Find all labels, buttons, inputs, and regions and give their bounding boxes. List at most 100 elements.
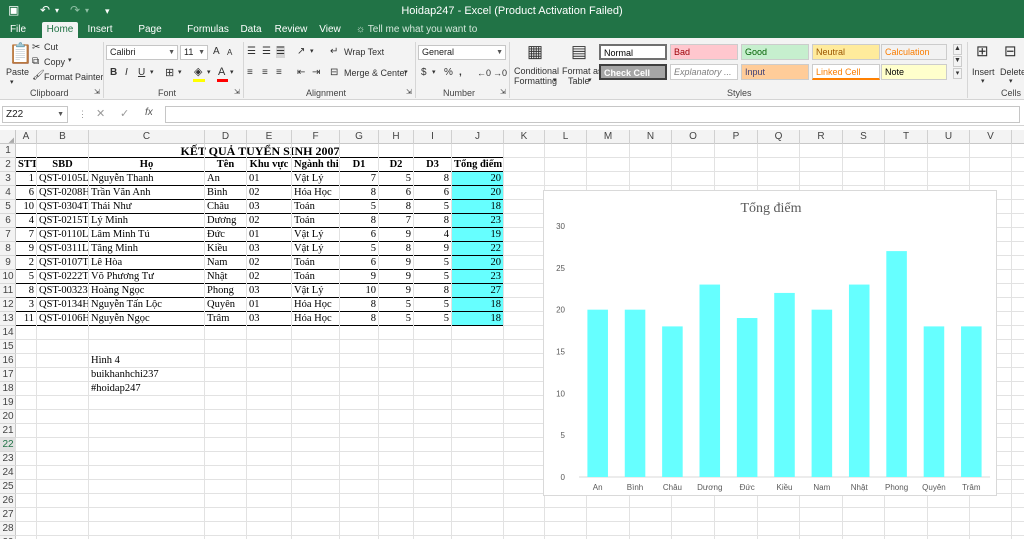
column-header[interactable]: A (16, 130, 37, 144)
cell-tong-diem[interactable]: 23 (452, 214, 504, 228)
cell-nganh-thi[interactable]: Vật Lý (292, 242, 340, 256)
row-header[interactable]: 22 (0, 438, 16, 452)
cell-stt[interactable]: 5 (16, 270, 37, 284)
percent-style-icon[interactable]: % (444, 67, 453, 79)
paste-button[interactable]: Paste (6, 67, 29, 77)
cell-style-normal[interactable]: Normal (599, 44, 667, 60)
bar-10[interactable] (961, 326, 982, 477)
bold-icon[interactable]: B (110, 67, 117, 79)
cancel-icon[interactable]: ✕ (96, 107, 105, 120)
cell-tong-diem[interactable]: 22 (452, 242, 504, 256)
chart-tong-diem[interactable]: Tổng điểm 0 5 10 15 20 25 30 An Bình Châu Dương Đức K… (543, 190, 997, 496)
cell-d3[interactable]: 5 (414, 200, 452, 214)
column-header[interactable]: I (414, 130, 452, 144)
column-header[interactable]: G (340, 130, 379, 144)
column-header[interactable]: U (928, 130, 970, 144)
row-header[interactable]: 21 (0, 424, 16, 438)
increase-decimal-icon[interactable]: ←0 (477, 67, 491, 79)
gallery-down-icon[interactable]: ▼ (953, 56, 962, 67)
column-header[interactable]: M (587, 130, 630, 144)
font-size-dropdown[interactable]: 11 ▼ (180, 45, 208, 60)
alignment-launcher-icon[interactable]: ⇲ (406, 88, 412, 96)
row-header[interactable]: 8 (0, 242, 16, 256)
cell-ten[interactable]: Nam (205, 256, 247, 270)
cell-nganh-thi[interactable]: Vật Lý (292, 228, 340, 242)
column-header[interactable]: E (247, 130, 292, 144)
cell-khu-vuc[interactable]: 02 (247, 186, 292, 200)
conditional-formatting-label-2[interactable]: Formatting (514, 76, 557, 86)
row-header[interactable]: 3 (0, 172, 16, 186)
cell-nganh-thi[interactable]: Hóa Học (292, 312, 340, 326)
row-header[interactable]: 10 (0, 270, 16, 284)
cell-tong-diem[interactable]: 27 (452, 284, 504, 298)
conditional-formatting-icon[interactable]: ▦ (527, 43, 543, 60)
row-header[interactable]: 19 (0, 396, 16, 410)
row-header[interactable]: 23 (0, 452, 16, 466)
cell-style-bad[interactable]: Bad (670, 44, 738, 60)
cell-sbd[interactable]: QST-0215T (37, 214, 89, 228)
cell-sbd[interactable]: QST-00323L (37, 284, 89, 298)
cell-sbd[interactable]: QST-0222T (37, 270, 89, 284)
cell-nganh-thi[interactable]: Hóa Học (292, 298, 340, 312)
cell-ho[interactable]: Hoàng Ngọc (89, 284, 205, 298)
cell-d3[interactable]: 9 (414, 242, 452, 256)
cell-khu-vuc[interactable]: 03 (247, 242, 292, 256)
cell-d3[interactable]: 6 (414, 186, 452, 200)
cell-khu-vuc[interactable]: 02 (247, 256, 292, 270)
column-header[interactable]: P (715, 130, 758, 144)
cell-d3[interactable]: 8 (414, 172, 452, 186)
format-table-dropdown-icon[interactable]: ▾ (588, 76, 592, 84)
column-header[interactable]: N (630, 130, 672, 144)
row-header[interactable]: 12 (0, 298, 16, 312)
comma-style-icon[interactable]: , (459, 67, 462, 79)
cell-khu-vuc[interactable]: 03 (247, 200, 292, 214)
row-header[interactable]: 15 (0, 340, 16, 354)
wrap-text-button[interactable]: Wrap Text (344, 47, 384, 57)
header-d3[interactable]: D3 (414, 158, 452, 172)
align-left-icon[interactable]: ≡ (247, 67, 253, 79)
row-header[interactable]: 2 (0, 158, 16, 172)
column-header[interactable]: D (205, 130, 247, 144)
cell-ten[interactable]: An (205, 172, 247, 186)
header-khu-vuc[interactable]: Khu vực (247, 158, 292, 172)
borders-dropdown-icon[interactable]: ▾ (178, 68, 182, 76)
cell-stt[interactable]: 8 (16, 284, 37, 298)
delete-dropdown-icon[interactable]: ▾ (1009, 77, 1013, 85)
column-header[interactable]: L (545, 130, 587, 144)
font-color-icon[interactable]: A (218, 66, 225, 78)
wrap-text-icon[interactable]: ↵ (330, 46, 338, 58)
cell-style-calculation[interactable]: Calculation (881, 44, 947, 60)
cell-ten[interactable]: Trâm (205, 312, 247, 326)
formula-input[interactable] (165, 106, 1020, 123)
decrease-decimal-icon[interactable]: →0 (493, 67, 507, 79)
cell-khu-vuc[interactable]: 01 (247, 298, 292, 312)
cell-d3[interactable]: 8 (414, 214, 452, 228)
delete-cells-icon[interactable]: ⊟ (1004, 44, 1017, 59)
cell-style-explanatory[interactable]: Explanatory ... (670, 64, 738, 80)
header-tong-diem[interactable]: Tổng điểm (452, 158, 504, 172)
cell-d3[interactable]: 4 (414, 228, 452, 242)
conditional-formatting-label[interactable]: Conditional (514, 66, 559, 76)
gallery-more-icon[interactable]: ▾ (953, 68, 962, 79)
format-as-table-icon[interactable]: ▤ (571, 43, 587, 60)
cell-style-good[interactable]: Good (741, 44, 809, 60)
bar-6[interactable] (811, 309, 833, 477)
cell-stt[interactable]: 1 (16, 172, 37, 186)
column-header[interactable]: Q (758, 130, 800, 144)
cut-icon[interactable]: ✂ (32, 42, 40, 54)
cell-tong-diem[interactable]: 20 (452, 186, 504, 200)
increase-font-icon[interactable]: A (213, 46, 220, 58)
cell-sbd[interactable]: QST-0311L (37, 242, 89, 256)
cell-style-linked-cell[interactable]: Linked Cell (812, 64, 880, 80)
cell-ho[interactable]: Trần Văn Anh (89, 186, 205, 200)
header-stt[interactable]: STT (16, 158, 37, 172)
cell-ten[interactable]: Dương (205, 214, 247, 228)
font-color-dropdown-icon[interactable]: ▾ (230, 68, 234, 76)
cell-stt[interactable]: 2 (16, 256, 37, 270)
paste-dropdown-icon[interactable]: ▾ (10, 78, 14, 86)
row-header[interactable]: 16 (0, 354, 16, 368)
cell-sbd[interactable]: QST-0105L (37, 172, 89, 186)
cell-ten[interactable]: Bình (205, 186, 247, 200)
cell-sbd[interactable]: QST-0208H (37, 186, 89, 200)
bar-9[interactable] (923, 326, 945, 477)
